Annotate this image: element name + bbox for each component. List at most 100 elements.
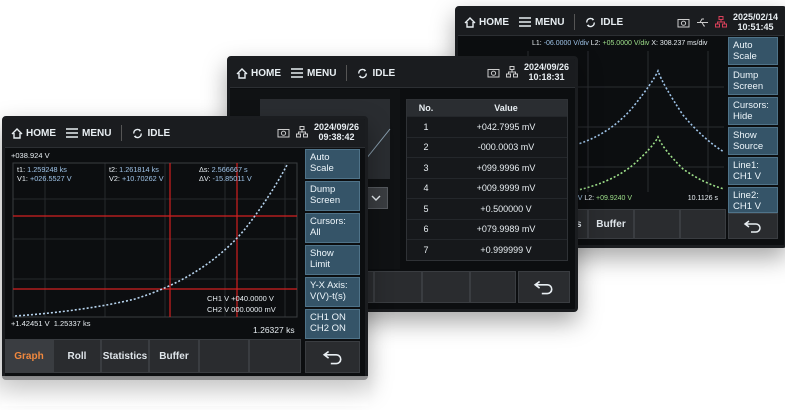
tab-buffer[interactable]: Buffer [588, 209, 634, 239]
chevron-down-icon [371, 195, 381, 201]
tab-statistics[interactable]: Statistics [101, 339, 149, 373]
cursors-button[interactable]: Cursors: Hide [728, 97, 778, 125]
trace-line2 [567, 135, 724, 193]
graph-area[interactable]: +038.924 V t1: 1.259248 ks V1: +026.5527… [5, 149, 301, 337]
run-status[interactable]: IDLE [132, 128, 170, 139]
data-table[interactable]: No. Value 1 +042.7995 mV 2 -000.0003 mV 3 +… [406, 99, 568, 261]
time-text: 10:51:45 [737, 22, 774, 32]
home-button[interactable]: HOME [464, 17, 509, 28]
run-status[interactable]: IDLE [585, 17, 623, 28]
run-status[interactable]: IDLE [357, 68, 395, 79]
l2-bottom-label: L2: [584, 195, 595, 202]
tab-empty[interactable] [634, 209, 680, 239]
camera-icon[interactable] [677, 17, 690, 28]
t1-label: t1: [17, 165, 26, 174]
row-index: 3 [423, 162, 429, 173]
home-label: HOME [26, 127, 56, 139]
channel-readout: CH1 V +040.0000 V CH2 V 000.0000 mV [207, 293, 276, 315]
tab-buffer[interactable]: Buffer [149, 339, 199, 373]
usb-icon [696, 18, 708, 26]
time-text: 10:18:31 [528, 72, 565, 82]
v1-value: +026.5527 V [29, 174, 72, 183]
auto-scale-button[interactable]: Auto Scale [728, 37, 778, 65]
ch2-readout: CH2 V 000.0000 mV [207, 305, 276, 314]
row-value: +042.7995 mV [476, 121, 536, 132]
menu-button[interactable]: MENU [291, 68, 336, 79]
header-divider [574, 14, 576, 30]
ds-value: 2.566667 s [211, 165, 248, 174]
back-button[interactable] [305, 341, 360, 373]
menu-label: MENU [535, 16, 565, 28]
camera-icon[interactable] [277, 127, 290, 138]
menu-button[interactable]: MENU [66, 128, 111, 139]
time-text: 09:38:42 [318, 132, 355, 142]
t2-value: 1.261814 ks [119, 165, 159, 174]
tab-empty[interactable] [374, 271, 422, 303]
menu-button[interactable]: MENU [519, 17, 564, 28]
status-label: IDLE [147, 127, 171, 139]
sync-icon [586, 17, 596, 27]
tab-empty[interactable] [680, 209, 726, 239]
sync-icon [358, 68, 368, 78]
row-index: 1 [423, 121, 429, 132]
channel-toggle-button[interactable]: CH1 ON CH2 ON [305, 309, 360, 339]
row-index: 7 [423, 244, 429, 255]
bottom-right-readout: 1.26327 ks [253, 325, 295, 335]
show-source-button[interactable]: Show Source [728, 127, 778, 155]
v2-label: V2: [109, 174, 120, 183]
row-value: +009.9999 mV [476, 183, 536, 194]
show-limit-button[interactable]: Show Limit [305, 245, 360, 275]
tab-empty[interactable] [199, 339, 249, 373]
home-button[interactable]: HOME [11, 128, 56, 139]
dump-screen-button[interactable]: Dump Screen [305, 181, 360, 211]
table-row[interactable]: 7 +0.999999 V [407, 239, 567, 260]
row-index: 6 [423, 224, 429, 235]
row-index: 4 [423, 183, 429, 194]
reflection [2, 376, 368, 406]
dump-screen-button[interactable]: Dump Screen [728, 67, 778, 95]
middle-header: HOME MENU IDLE 2024/09/26 10:18:31 [230, 59, 575, 88]
network-icon [714, 16, 727, 28]
tab-empty[interactable] [422, 271, 470, 303]
status-label: IDLE [600, 16, 624, 28]
table-row[interactable]: 1 +042.7995 mV [407, 116, 567, 137]
y-x-axis-button[interactable]: Y-X Axis: V(V)-t(s) [305, 277, 360, 307]
line1-button[interactable]: Line1: CH1 V [728, 157, 778, 185]
home-label: HOME [479, 16, 509, 28]
table-row[interactable]: 2 -000.0003 mV [407, 136, 567, 158]
back-button[interactable] [728, 213, 778, 239]
back-button[interactable] [518, 271, 570, 303]
row-value: -000.0003 mV [477, 142, 535, 153]
camera-icon[interactable] [487, 67, 500, 78]
col-header-value: Value [494, 103, 518, 113]
line2-button[interactable]: Line2: CH1 V [728, 187, 778, 213]
hamburger-icon [291, 68, 303, 78]
table-header: No. Value [407, 100, 567, 116]
tab-graph[interactable]: Graph [5, 339, 53, 373]
home-icon [464, 16, 476, 28]
ch1-readout: CH1 V +040.0000 V [207, 294, 274, 303]
col-header-no: No. [418, 103, 434, 113]
row-index: 2 [423, 142, 429, 153]
table-row[interactable]: 6 +079.9989 mV [407, 218, 567, 240]
menu-label: MENU [307, 67, 337, 79]
ds-label: Δs: [199, 165, 210, 174]
tab-empty[interactable] [249, 339, 301, 373]
home-icon [236, 67, 248, 79]
hamburger-icon [66, 128, 78, 138]
table-row[interactable]: 3 +099.9996 mV [407, 157, 567, 178]
dv-label: ΔV: [199, 174, 211, 183]
row-value: +099.9996 mV [476, 162, 536, 173]
tab-empty[interactable] [470, 271, 516, 303]
back-header: HOME MENU IDLE 2025/02/14 10:51:45 [458, 9, 784, 36]
trace-line1 [567, 68, 724, 153]
auto-scale-button[interactable]: Auto Scale [305, 149, 360, 179]
cursors-button[interactable]: Cursors: All [305, 213, 360, 243]
date-text: 2024/09/26 [523, 62, 569, 72]
t1-value: 1.259248 ks [27, 165, 67, 174]
header-divider [346, 65, 348, 81]
table-row[interactable]: 5 +0.500000 V [407, 198, 567, 219]
table-row[interactable]: 4 +009.9999 mV [407, 177, 567, 199]
home-button[interactable]: HOME [236, 68, 281, 79]
tab-roll[interactable]: Roll [53, 339, 101, 373]
